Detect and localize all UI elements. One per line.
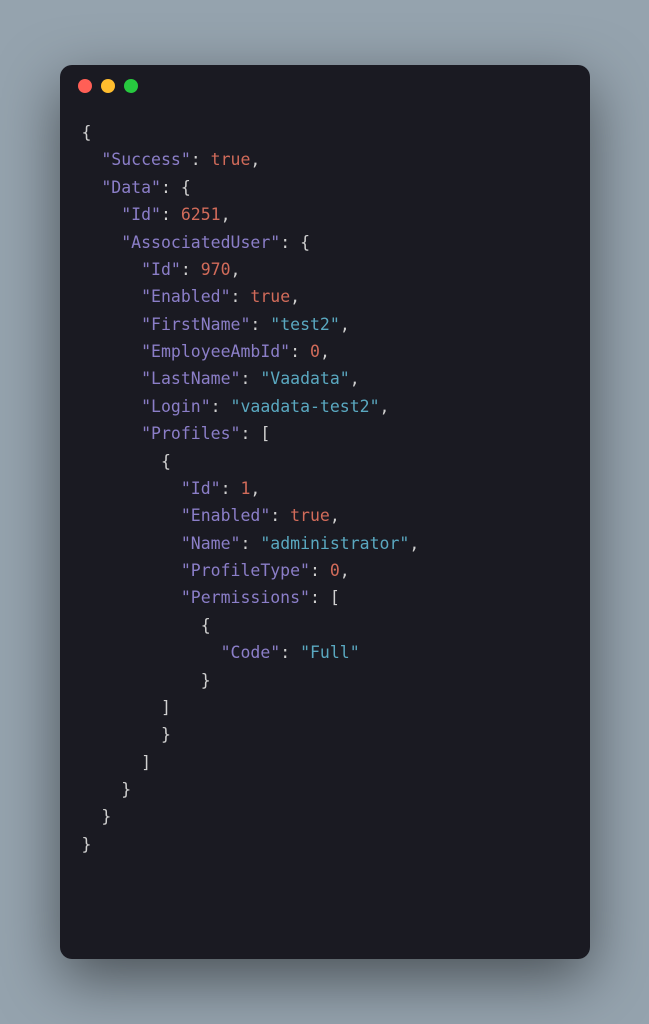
code-token: ] xyxy=(82,698,171,717)
code-token xyxy=(82,506,181,525)
code-token: "LastName" xyxy=(141,369,240,388)
code-token: : { xyxy=(161,178,191,197)
code-token: 970 xyxy=(201,260,231,279)
code-token: true xyxy=(211,150,251,169)
code-token xyxy=(82,178,102,197)
code-token xyxy=(82,260,142,279)
code-token: : xyxy=(280,643,300,662)
code-token: true xyxy=(290,506,330,525)
code-token: "Enabled" xyxy=(141,287,230,306)
code-token: 0 xyxy=(310,342,320,361)
code-token: "EmployeeAmbId" xyxy=(141,342,290,361)
code-token: 0 xyxy=(330,561,340,580)
code-token: "Enabled" xyxy=(181,506,270,525)
code-token: : xyxy=(250,315,270,334)
code-token: , xyxy=(340,315,350,334)
code-token xyxy=(82,397,142,416)
code-token: "Code" xyxy=(221,643,281,662)
code-token: , xyxy=(250,479,260,498)
close-dot-icon[interactable] xyxy=(78,79,92,93)
code-token: "administrator" xyxy=(260,534,409,553)
json-code-block: { "Success": true, "Data": { "Id": 6251,… xyxy=(60,107,590,880)
code-token: "Id" xyxy=(181,479,221,498)
code-token: "ProfileType" xyxy=(181,561,310,580)
code-token: { xyxy=(82,616,211,635)
code-token: , xyxy=(221,205,231,224)
code-token: , xyxy=(380,397,390,416)
code-token xyxy=(82,205,122,224)
code-window: { "Success": true, "Data": { "Id": 6251,… xyxy=(60,65,590,959)
code-token: } xyxy=(82,671,211,690)
minimize-dot-icon[interactable] xyxy=(101,79,115,93)
code-token: , xyxy=(409,534,419,553)
code-token: : xyxy=(221,479,241,498)
code-token: "Profiles" xyxy=(141,424,240,443)
code-token: : [ xyxy=(310,588,340,607)
code-token: } xyxy=(82,807,112,826)
code-token: } xyxy=(82,780,132,799)
code-token xyxy=(82,233,122,252)
code-token xyxy=(82,479,181,498)
code-token xyxy=(82,588,181,607)
code-token: : xyxy=(240,369,260,388)
code-token: : xyxy=(181,260,201,279)
code-token: : xyxy=(290,342,310,361)
code-token: "Success" xyxy=(101,150,190,169)
code-token: , xyxy=(340,561,350,580)
window-titlebar xyxy=(60,65,590,107)
code-token: : xyxy=(161,205,181,224)
code-token xyxy=(82,287,142,306)
code-token xyxy=(82,424,142,443)
code-token: , xyxy=(330,506,340,525)
code-token: "Login" xyxy=(141,397,211,416)
code-token: : xyxy=(191,150,211,169)
code-token: "AssociatedUser" xyxy=(121,233,280,252)
zoom-dot-icon[interactable] xyxy=(124,79,138,93)
code-token: : { xyxy=(280,233,310,252)
code-token xyxy=(82,342,142,361)
code-token: "Id" xyxy=(121,205,161,224)
code-token: "Name" xyxy=(181,534,241,553)
code-token: "Id" xyxy=(141,260,181,279)
code-token: , xyxy=(231,260,241,279)
code-token: "Permissions" xyxy=(181,588,310,607)
code-token: "Full" xyxy=(300,643,360,662)
code-token xyxy=(82,150,102,169)
code-token xyxy=(82,315,142,334)
code-token xyxy=(82,643,221,662)
code-token: "Vaadata" xyxy=(260,369,349,388)
code-token: "test2" xyxy=(270,315,340,334)
code-token: "vaadata-test2" xyxy=(231,397,380,416)
code-token xyxy=(82,369,142,388)
code-token: , xyxy=(250,150,260,169)
code-token: , xyxy=(290,287,300,306)
code-token: , xyxy=(320,342,330,361)
code-token: } xyxy=(82,835,92,854)
code-token xyxy=(82,534,181,553)
code-token xyxy=(82,561,181,580)
code-token: "Data" xyxy=(101,178,161,197)
code-token: 1 xyxy=(240,479,250,498)
code-token: : xyxy=(211,397,231,416)
code-token: : xyxy=(240,534,260,553)
code-token: { xyxy=(82,452,171,471)
code-token: } xyxy=(82,725,171,744)
code-token: true xyxy=(250,287,290,306)
code-token: "FirstName" xyxy=(141,315,250,334)
code-token: : [ xyxy=(240,424,270,443)
code-token: { xyxy=(82,123,92,142)
code-token: : xyxy=(231,287,251,306)
code-token: 6251 xyxy=(181,205,221,224)
code-token: : xyxy=(310,561,330,580)
code-token: , xyxy=(350,369,360,388)
code-token: ] xyxy=(82,753,152,772)
code-token: : xyxy=(270,506,290,525)
